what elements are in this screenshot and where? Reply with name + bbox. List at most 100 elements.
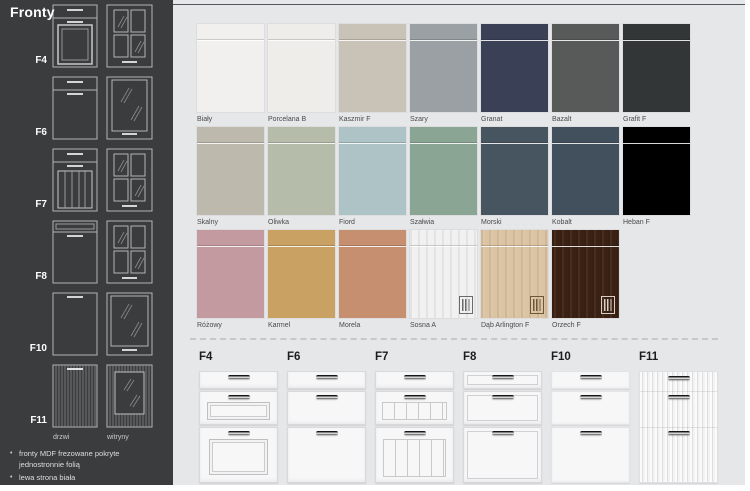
color-swatch-label: Oliwka [268, 219, 335, 226]
sidebar-row-f11: F11 [0, 364, 173, 428]
color-swatch-cell: Morski [481, 127, 548, 226]
color-swatch-cell: Sosna A [410, 230, 477, 329]
sidebar-row-f10: F10 [0, 292, 173, 356]
drawer [199, 391, 278, 425]
color-swatch [197, 24, 264, 112]
f4-glass-drawing [106, 4, 153, 68]
front-thumbnail-f10 [551, 371, 630, 483]
drawing-column-captions: drzwi witryny [0, 434, 173, 444]
sidebar-row-f6: F6 [0, 76, 173, 140]
color-swatch-cell: Biały [197, 24, 264, 123]
drawer [551, 427, 630, 483]
front-style-label: F7 [375, 351, 454, 363]
color-swatch [268, 127, 335, 215]
front-style-label: F8 [463, 351, 542, 363]
sidebar-row-f7: F7 [0, 148, 173, 212]
color-swatch-cell: Morela [339, 230, 406, 329]
doors-caption: drzwi [53, 434, 69, 441]
drawer [463, 391, 542, 425]
drawer [287, 427, 366, 483]
color-swatch [410, 127, 477, 215]
color-swatch-cell: Kaszmir F [339, 24, 406, 123]
color-swatch-label: Heban F [623, 219, 690, 226]
color-swatch-cell: Oliwka [268, 127, 335, 226]
notes-list: fronty MDF frezowane pokryte jednostronn… [8, 449, 166, 485]
color-swatch-label: Grafit F [623, 116, 690, 123]
f7-glass-drawing [106, 148, 153, 212]
color-swatch-cell: Karmel [268, 230, 335, 329]
drawer [375, 391, 454, 425]
color-swatch-label: Morela [339, 322, 406, 329]
color-swatch-label: Sosna A [410, 322, 477, 329]
content-area: F4 [0, 0, 745, 485]
color-swatch [481, 230, 548, 318]
note-item: fronty MDF frezowane pokryte jednostronn… [8, 449, 166, 471]
f6-door-drawing [52, 76, 98, 140]
f11-glass-drawing [106, 364, 153, 428]
color-swatch [268, 24, 335, 112]
drawer [375, 427, 454, 483]
drawer-divider [640, 391, 717, 392]
color-swatch-label: Granat [481, 116, 548, 123]
color-swatch [552, 24, 619, 112]
swatch-row: Biały Porcelana B Kaszmir F Szary [197, 24, 697, 123]
front-column-f6: F6 [287, 351, 366, 483]
front-style-label: F6 [287, 351, 366, 363]
front-thumbnail-f11 [639, 371, 718, 483]
color-swatch-cell: Fiord [339, 127, 406, 226]
f6-glass-drawing [106, 76, 153, 140]
front-column-f8: F8 [463, 351, 542, 483]
color-swatch [552, 230, 619, 318]
f10-glass-drawing [106, 292, 153, 356]
color-swatch [197, 127, 264, 215]
front-thumbnail-f7 [375, 371, 454, 483]
handle-icon [404, 375, 426, 379]
drawer [551, 371, 630, 389]
front-column-f10: F10 [551, 351, 630, 483]
drawer [287, 371, 366, 389]
glass-caption: witryny [107, 434, 129, 441]
color-swatch-label: Skalny [197, 219, 264, 226]
wood-grain-icon [530, 296, 544, 314]
color-swatch [339, 24, 406, 112]
handle-icon [580, 375, 602, 379]
color-swatch-cell: Szary [410, 24, 477, 123]
drawer [375, 371, 454, 389]
front-style-label: F4 [199, 351, 278, 363]
color-swatch-label: Fiord [339, 219, 406, 226]
color-swatch [410, 24, 477, 112]
color-swatch-label: Kobalt [552, 219, 619, 226]
color-swatch-label: Szałwia [410, 219, 477, 226]
color-swatch [339, 230, 406, 318]
f8-door-drawing [52, 220, 98, 284]
color-swatch [552, 127, 619, 215]
color-swatch [481, 24, 548, 112]
color-swatch-cell: Bazalt [552, 24, 619, 123]
handle-icon [492, 395, 514, 399]
color-swatch-label: Kaszmir F [339, 116, 406, 123]
f4-door-drawing [52, 4, 98, 68]
handle-icon [580, 395, 602, 399]
color-swatch-label: Dąb Arlington F [481, 322, 548, 329]
front-column-f4: F4 [199, 351, 278, 483]
front-id-label: F11 [0, 415, 47, 426]
color-swatch [268, 230, 335, 318]
page-title: Fronty [10, 4, 55, 20]
color-swatch-cell: Orzech F [552, 230, 619, 329]
handle-icon [316, 375, 338, 379]
drawer [463, 371, 542, 389]
inset-frame [467, 431, 538, 479]
color-swatch-cell: Różowy [197, 230, 264, 329]
color-swatch-cell: Granat [481, 24, 548, 123]
front-style-label: F11 [639, 351, 718, 363]
handle-icon [580, 431, 602, 435]
front-style-label: F10 [551, 351, 630, 363]
front-id-label: F7 [0, 199, 47, 210]
wood-grain-icon [601, 296, 615, 314]
front-id-label: F8 [0, 271, 47, 282]
handle-icon [316, 395, 338, 399]
panel-frame [209, 439, 268, 475]
color-swatch-cell: Kobalt [552, 127, 619, 226]
f10-door-drawing [52, 292, 98, 356]
note-item: lewa strona biała [8, 473, 166, 484]
